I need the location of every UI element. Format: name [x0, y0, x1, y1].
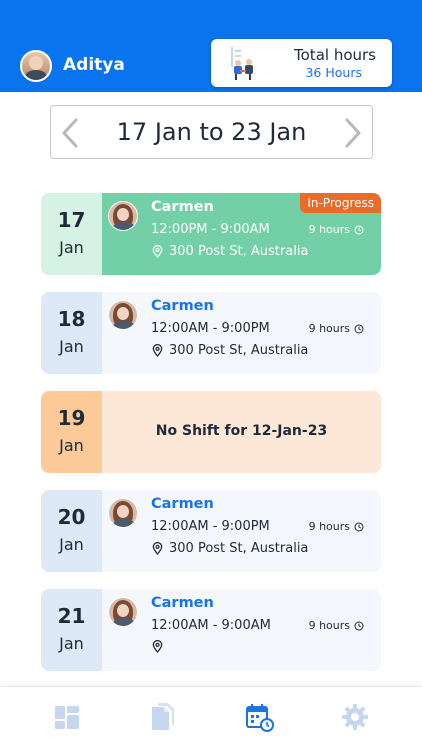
calendar-clock-icon[interactable]	[244, 701, 274, 733]
shift-day: 19	[57, 406, 86, 430]
shift-month: Jan	[59, 436, 84, 455]
shift-duration: 9 hours	[309, 619, 364, 632]
location-pin-icon	[152, 344, 163, 357]
shift-details: Carmen 12:00AM - 9:00PM 9 hours 300 Post…	[102, 490, 381, 572]
shift-card[interactable]: 20 Jan Carmen 12:00AM - 9:00PM 9 hours 3…	[41, 490, 381, 572]
chevron-right-icon[interactable]	[342, 118, 364, 148]
team-meeting-illustration-icon	[231, 47, 253, 80]
shift-day: 20	[57, 505, 86, 529]
employee-avatar	[108, 597, 138, 627]
employee-name: Carmen	[151, 595, 214, 611]
shift-location	[151, 640, 169, 653]
shift-month: Jan	[59, 535, 84, 554]
no-shift-card[interactable]: 19 Jan No Shift for 12-Jan-23	[41, 391, 381, 473]
shift-details: Carmen 12:00PM - 9:00AM 9 hours 300 Post…	[102, 193, 381, 275]
shift-location: 300 Post St, Australia	[151, 244, 308, 259]
shift-location-text: 300 Post St, Australia	[169, 343, 309, 358]
clock-icon	[354, 324, 364, 333]
shift-month: Jan	[59, 634, 84, 653]
shift-time: 12:00PM - 9:00AM	[151, 222, 270, 237]
location-pin-icon	[152, 640, 163, 653]
shift-card[interactable]: 17 Jan Carmen 12:00PM - 9:00AM 9 hours 3…	[41, 193, 381, 275]
employee-avatar	[108, 498, 138, 528]
shift-date: 18 Jan	[41, 292, 102, 374]
shift-card[interactable]: 21 Jan Carmen 12:00AM - 9:00AM 9 hours	[41, 589, 381, 671]
shift-details: Carmen 12:00AM - 9:00AM 9 hours	[102, 589, 381, 671]
shift-time: 12:00AM - 9:00PM	[151, 321, 270, 336]
shift-details: Carmen 12:00AM - 9:00PM 9 hours 300 Post…	[102, 292, 381, 374]
clock-icon	[354, 522, 364, 531]
shift-duration-text: 9 hours	[308, 322, 350, 335]
in-progress-badge: In-Progress	[300, 193, 381, 213]
total-hours-title: Total hours	[294, 46, 376, 64]
shift-date: 17 Jan	[41, 193, 102, 275]
shift-card[interactable]: 18 Jan Carmen 12:00AM - 9:00PM 9 hours 3…	[41, 292, 381, 374]
user-name: Aditya	[63, 55, 125, 75]
week-selector: 17 Jan to 23 Jan	[50, 105, 373, 159]
employee-name: Carmen	[151, 199, 214, 215]
shift-time: 12:00AM - 9:00PM	[151, 519, 270, 534]
dashboard-icon[interactable]	[52, 701, 82, 733]
shift-day: 21	[57, 604, 86, 628]
total-hours-card[interactable]: Total hours 36 Hours	[211, 39, 392, 87]
shift-date: 21 Jan	[41, 589, 102, 671]
app-header: Aditya Total hours 36 Hours	[0, 0, 422, 92]
location-pin-icon	[152, 245, 163, 258]
shift-month: Jan	[59, 238, 84, 257]
bottom-navigation	[0, 686, 422, 750]
shift-details: No Shift for 12-Jan-23	[102, 391, 381, 473]
shift-duration: 9 hours	[309, 223, 364, 236]
shift-date: 20 Jan	[41, 490, 102, 572]
employee-avatar	[108, 300, 138, 330]
clock-icon	[354, 225, 364, 234]
shift-month: Jan	[59, 337, 84, 356]
shift-duration: 9 hours	[309, 322, 364, 335]
employee-avatar	[108, 201, 138, 231]
shift-day: 18	[57, 307, 86, 331]
settings-gear-icon[interactable]	[340, 701, 370, 733]
shift-duration-text: 9 hours	[308, 520, 350, 533]
no-shift-message: No Shift for 12-Jan-23	[155, 423, 328, 439]
shift-location: 300 Post St, Australia	[151, 541, 308, 556]
documents-icon[interactable]	[148, 701, 178, 733]
shift-duration-text: 9 hours	[308, 619, 350, 632]
shift-day: 17	[57, 208, 86, 232]
location-pin-icon	[152, 542, 163, 555]
shift-location-text: 300 Post St, Australia	[169, 244, 309, 259]
shift-time: 12:00AM - 9:00AM	[151, 618, 271, 633]
shift-location-text: 300 Post St, Australia	[169, 541, 309, 556]
user-avatar[interactable]	[20, 50, 52, 82]
shift-date: 19 Jan	[41, 391, 102, 473]
total-hours-value: 36 Hours	[305, 65, 362, 80]
shift-duration-text: 9 hours	[308, 223, 350, 236]
employee-name: Carmen	[151, 298, 214, 314]
date-range-label: 17 Jan to 23 Jan	[116, 118, 307, 146]
clock-icon	[354, 621, 364, 630]
shift-location: 300 Post St, Australia	[151, 343, 308, 358]
shift-duration: 9 hours	[309, 520, 364, 533]
employee-name: Carmen	[151, 496, 214, 512]
